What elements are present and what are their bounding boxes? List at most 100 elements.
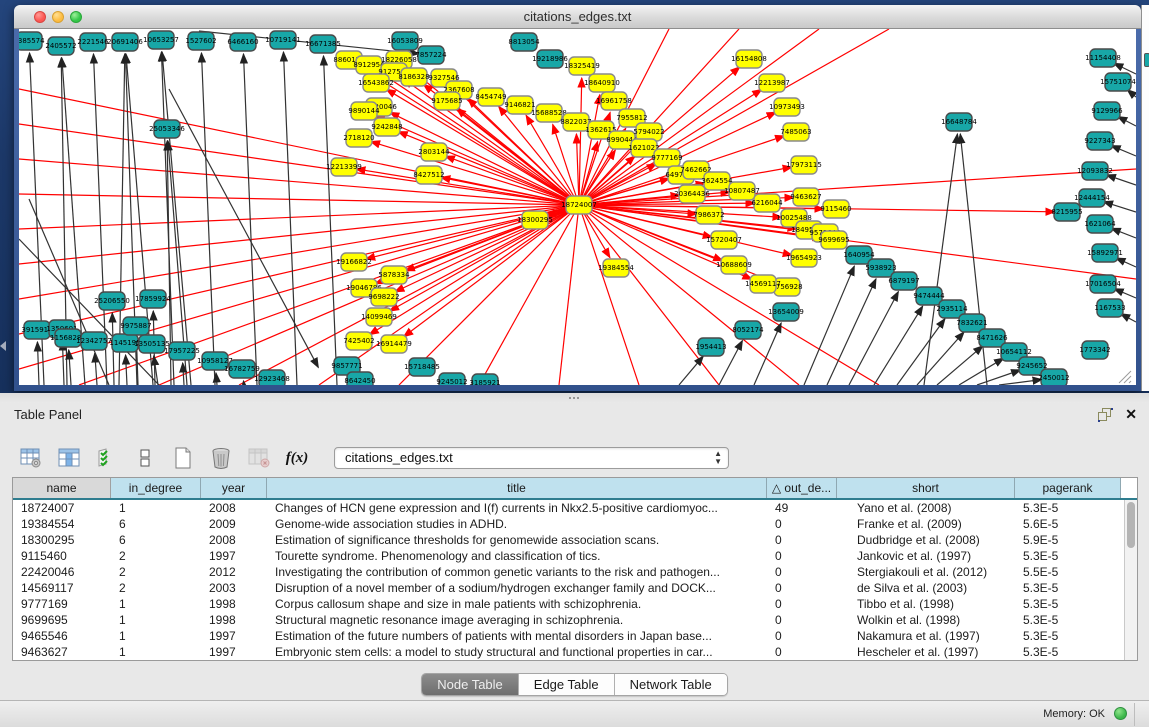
collapse-panel-handle-icon[interactable] (0, 341, 6, 351)
network-node[interactable]: 9242848 (371, 118, 402, 136)
network-node[interactable]: 18640910 (584, 74, 620, 92)
network-node[interactable]: 2718120 (343, 129, 374, 147)
delete-table-icon[interactable] (246, 445, 272, 471)
network-node[interactable]: 6466160 (227, 33, 258, 51)
network-node[interactable]: 25053346 (149, 120, 185, 138)
network-node[interactable]: 8454749 (475, 88, 506, 106)
network-node[interactable]: 18325419 (564, 57, 600, 75)
network-edge[interactable] (1111, 146, 1136, 156)
network-canvas[interactable]: 2385574240557222215462069140610653257152… (19, 29, 1136, 385)
network-edge[interactable] (1103, 202, 1136, 212)
network-edge[interactable] (243, 381, 244, 385)
network-edge[interactable] (375, 116, 579, 205)
network-node[interactable]: 6216044 (751, 194, 783, 212)
network-edge[interactable] (19, 194, 579, 205)
network-node[interactable]: 8642450 (344, 372, 375, 385)
network-edge[interactable] (126, 355, 127, 385)
network-node[interactable]: 17016504 (1085, 275, 1121, 293)
network-node[interactable]: 9115460 (820, 200, 851, 218)
window-resize-grip-icon[interactable] (1119, 371, 1131, 383)
network-node[interactable]: 17859924 (135, 290, 171, 308)
network-node[interactable]: 14099469 (361, 308, 397, 326)
network-node[interactable]: 19384554 (598, 259, 634, 277)
table-row[interactable]: 911546021997Tourette syndrome. Phenomeno… (13, 548, 1137, 564)
network-edge[interactable] (216, 373, 217, 385)
tab-edge-table[interactable]: Edge Table (519, 674, 615, 695)
network-node[interactable]: 18300295 (517, 211, 553, 229)
column-header-short[interactable]: short (837, 478, 1015, 498)
network-node[interactable]: 7857224 (415, 46, 447, 64)
network-edge[interactable] (1111, 228, 1136, 238)
panel-splitter[interactable] (0, 393, 1149, 403)
network-edge[interactable] (19, 205, 579, 334)
column-header-title[interactable]: title (267, 478, 767, 498)
network-node[interactable]: 18724007 (561, 196, 597, 214)
network-edge[interactable] (37, 342, 39, 385)
table-mode-icon[interactable] (18, 445, 44, 471)
column-header-name[interactable]: name (13, 478, 111, 498)
network-node[interactable]: 9129966 (1091, 102, 1123, 120)
table-row[interactable]: 946362711997Embryonic stem cells: a mode… (13, 644, 1137, 660)
network-node[interactable]: 1773342 (1079, 341, 1110, 359)
table-selector-dropdown[interactable]: citations_edges.txt ▲▼ (334, 447, 729, 469)
network-node[interactable]: 20691406 (107, 33, 143, 51)
network-node[interactable]: 5878334 (378, 266, 410, 284)
network-edge[interactable] (283, 52, 297, 385)
network-edge[interactable] (579, 205, 1136, 279)
column-header-in_degree[interactable]: in_degree (111, 478, 201, 498)
network-node[interactable]: 10688609 (716, 256, 752, 274)
network-edge[interactable] (559, 205, 579, 385)
network-edge[interactable] (959, 358, 1004, 385)
window-titlebar[interactable]: citations_edges.txt (14, 5, 1141, 29)
table-row[interactable]: 946554611997Estimation of the future num… (13, 628, 1137, 644)
network-node[interactable]: 8186328 (398, 68, 429, 86)
network-edge[interactable] (937, 346, 983, 385)
table-row[interactable]: 1456911722003Disruption of a novel membe… (13, 580, 1137, 596)
table-row[interactable]: 969969511998Structural magnetic resonanc… (13, 612, 1137, 628)
network-edge[interactable] (576, 134, 579, 205)
network-node[interactable]: 10719141 (265, 31, 301, 49)
table-row[interactable]: 977716911998Corpus callosum shape and si… (13, 596, 1137, 612)
network-edge[interactable] (69, 350, 71, 385)
row-height-icon[interactable] (132, 445, 158, 471)
network-node[interactable]: 16648784 (941, 113, 977, 131)
network-edge[interactable] (19, 205, 579, 264)
network-node[interactable]: 6879197 (888, 272, 919, 290)
network-node[interactable]: 12213987 (754, 74, 790, 92)
network-node[interactable]: 8052174 (732, 321, 764, 339)
table-row[interactable]: 1830029562008Estimation of significance … (13, 532, 1137, 548)
network-node[interactable]: 1167533 (1094, 299, 1125, 317)
network-node[interactable]: 1527602 (185, 32, 216, 50)
network-node[interactable]: 12923468 (254, 370, 290, 385)
network-node[interactable]: 16671385 (305, 35, 341, 53)
network-edge[interactable] (804, 266, 854, 385)
network-edge[interactable] (323, 56, 337, 385)
network-edge[interactable] (19, 159, 579, 205)
network-node[interactable]: 19218986 (532, 50, 568, 68)
network-node[interactable]: 9227343 (1084, 132, 1115, 150)
network-node[interactable]: 10653257 (143, 31, 179, 49)
close-panel-icon[interactable]: ✕ (1125, 406, 1137, 422)
network-edge[interactable] (999, 380, 1042, 385)
show-columns-icon[interactable] (56, 445, 82, 471)
delete-columns-icon[interactable] (208, 445, 234, 471)
network-node[interactable]: 2221546 (77, 33, 109, 51)
network-node[interactable]: 2803144 (418, 143, 450, 161)
network-node[interactable]: 16543862 (358, 74, 394, 92)
tab-node-table[interactable]: Node Table (422, 674, 519, 695)
network-node[interactable]: 11154408 (1085, 49, 1121, 67)
network-node[interactable]: 9890144 (348, 102, 380, 120)
network-edge[interactable] (579, 169, 1136, 205)
network-node[interactable]: 12444154 (1074, 189, 1110, 207)
network-node[interactable]: 10973493 (769, 98, 805, 116)
network-node[interactable]: 9175685 (431, 92, 462, 110)
network-edge[interactable] (161, 52, 174, 385)
scrollbar-thumb[interactable] (1127, 502, 1135, 548)
network-node[interactable]: 16053809 (387, 32, 423, 50)
network-edge[interactable] (924, 134, 957, 385)
network-node[interactable]: 1954413 (695, 338, 726, 356)
network-edge[interactable] (579, 205, 639, 385)
network-node[interactable]: 17973115 (786, 156, 822, 174)
float-panel-icon[interactable] (1098, 408, 1113, 422)
network-edge[interactable] (1106, 175, 1136, 185)
